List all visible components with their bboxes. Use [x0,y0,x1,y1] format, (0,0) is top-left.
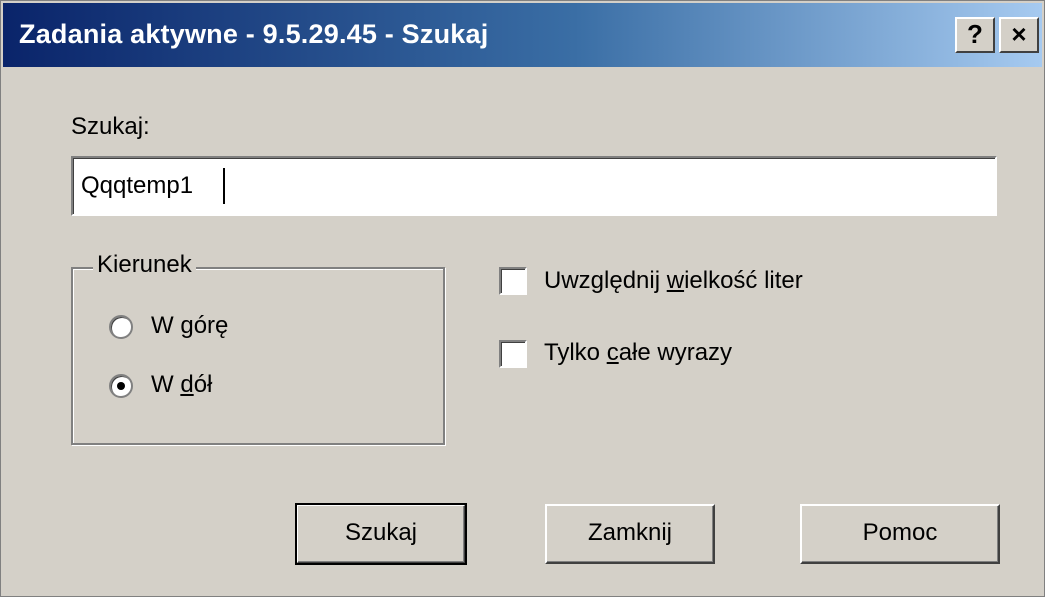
accelerator-key: c [606,339,619,366]
label-part: órę [193,312,229,339]
direction-groupbox [71,267,445,445]
search-input[interactable]: Qqqtemp1 [71,156,997,216]
label-part: W [151,312,181,339]
label-part: ielkość liter [684,267,803,294]
radio-direction-down[interactable] [109,374,133,398]
radio-direction-up-label[interactable]: W górę [151,312,228,340]
label-part: W [151,371,181,398]
close-button[interactable]: Zamknij [545,504,715,564]
close-window-button[interactable]: × [999,17,1039,53]
match-case-checkbox[interactable] [499,267,527,295]
search-dialog: Zadania aktywne - 9.5.29.45 - Szukaj ? ×… [0,0,1045,597]
direction-group-title: Kierunek [93,251,196,279]
close-icon: × [1011,19,1027,49]
search-label: Szukaj: [71,113,150,140]
text-caret [223,168,225,204]
window-title: Zadania aktywne - 9.5.29.45 - Szukaj [19,19,489,49]
whole-words-label[interactable]: Tylko całe wyrazy [544,339,732,367]
radio-selected-dot [117,382,125,390]
label-part: Tylko [544,339,607,366]
label-part: Uwzględnij [544,267,667,294]
accelerator-key: d [180,371,194,398]
accelerator-key: w [666,267,685,294]
title-bar[interactable]: Zadania aktywne - 9.5.29.45 - Szukaj ? × [3,3,1042,67]
search-input-value: Qqqtemp1 [81,172,194,199]
label-part: ałe wyrazy [618,339,733,366]
whole-words-checkbox[interactable] [499,340,527,368]
radio-direction-down-label[interactable]: W dół [151,371,212,399]
accelerator-key: g [180,312,194,339]
help-dialog-button[interactable]: Pomoc [800,504,1000,564]
search-button[interactable]: Szukaj [295,503,467,565]
radio-direction-up[interactable] [109,315,133,339]
match-case-label[interactable]: Uwzględnij wielkość liter [544,267,803,295]
label-part: ół [193,371,213,398]
help-button[interactable]: ? [955,17,995,53]
